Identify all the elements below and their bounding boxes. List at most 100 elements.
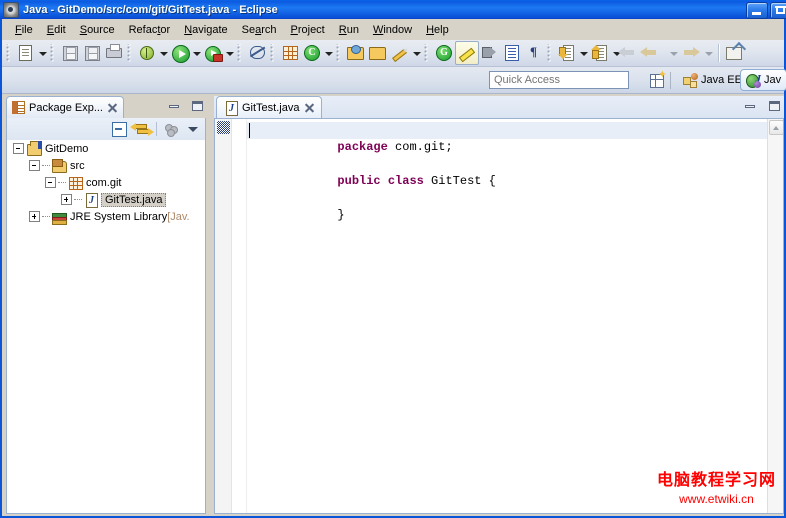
scroll-up-button[interactable]: [769, 120, 783, 135]
new-annotation-button[interactable]: G: [433, 42, 455, 64]
perspective-java-label: Jav: [764, 74, 782, 86]
forward-button[interactable]: [679, 42, 703, 64]
expander-expand-icon[interactable]: [61, 194, 72, 205]
perspective-java-ee[interactable]: Java EE: [678, 69, 747, 91]
toolbar-grip-8[interactable]: [547, 44, 554, 62]
open-task-button[interactable]: [367, 42, 389, 64]
expander-collapse-icon[interactable]: [13, 143, 24, 154]
editor-content[interactable]: package com.git; public class GitTest { …: [214, 118, 784, 514]
new-wizard-dropdown[interactable]: [37, 42, 48, 64]
expander-collapse-icon[interactable]: [45, 177, 56, 188]
folding-marker-icon: [217, 121, 230, 134]
watermark: 电脑教程学习网 www.etwiki.cn: [657, 466, 776, 506]
menu-project[interactable]: Project: [284, 21, 332, 39]
previous-annotation-button[interactable]: [589, 42, 611, 64]
tree-row-gittest-java[interactable]: GitTest.java: [7, 191, 205, 208]
toolbar-grip-4[interactable]: [237, 44, 244, 62]
toolbar-grip-6[interactable]: [336, 44, 343, 62]
maximize-view-button[interactable]: [190, 99, 204, 113]
perspective-separator: [670, 72, 671, 89]
menu-file[interactable]: File: [8, 21, 40, 39]
next-annotation-button[interactable]: [556, 42, 578, 64]
toolbar-grip[interactable]: [6, 44, 13, 62]
new-java-package-button[interactable]: [279, 42, 301, 64]
package-explorer-tab-label: Package Exp...: [29, 101, 103, 114]
run-external-tools-button[interactable]: [202, 42, 224, 64]
save-button[interactable]: [59, 42, 81, 64]
back-button[interactable]: [640, 42, 668, 64]
tree-label-suffix: [Jav.: [167, 210, 190, 223]
menu-help[interactable]: Help: [419, 21, 456, 39]
new-class-dropdown[interactable]: [323, 42, 334, 64]
close-icon[interactable]: [304, 102, 315, 113]
package-explorer-tree[interactable]: GitDemo src com.git J GitTest.java JRE S…: [6, 140, 206, 514]
tree-connector: [58, 181, 66, 184]
jre-library-icon: [51, 209, 67, 225]
run-dropdown[interactable]: [191, 42, 202, 64]
tree-row-jre-library[interactable]: JRE System Library [Jav.: [7, 208, 205, 225]
menu-window[interactable]: Window: [366, 21, 419, 39]
code-text-area[interactable]: package com.git; public class GitTest { …: [247, 119, 767, 513]
back-dropdown[interactable]: [668, 42, 679, 64]
open-type-button[interactable]: [345, 42, 367, 64]
menu-project-rest: roject: [297, 23, 325, 36]
expander-collapse-icon[interactable]: [29, 160, 40, 171]
debug-button[interactable]: [136, 42, 158, 64]
editor-vertical-scrollbar[interactable]: [767, 119, 783, 513]
collapse-all-button[interactable]: [110, 120, 128, 138]
collapse-all-icon: [112, 122, 127, 137]
forward-dropdown[interactable]: [703, 42, 714, 64]
new-wizard-button[interactable]: [15, 42, 37, 64]
run-button[interactable]: [169, 42, 191, 64]
view-menu-button[interactable]: [185, 120, 201, 138]
menu-source[interactable]: Source: [73, 21, 122, 39]
toggle-mark-occurrences-button[interactable]: [455, 41, 479, 65]
tree-row-src[interactable]: src: [7, 157, 205, 174]
edit-pencil-button[interactable]: [389, 42, 411, 64]
menu-run[interactable]: Run: [332, 21, 366, 39]
quick-access-input[interactable]: [489, 71, 629, 89]
menu-edit[interactable]: Edit: [40, 21, 73, 39]
open-perspective-button[interactable]: ✦: [647, 70, 667, 90]
pencil-dropdown[interactable]: [411, 42, 422, 64]
perspective-java[interactable]: J Jav: [740, 69, 786, 91]
sash-divider[interactable]: [207, 94, 214, 516]
tree-row-com-git[interactable]: com.git: [7, 174, 205, 191]
maximize-button[interactable]: [770, 2, 786, 19]
tab-gittest-java[interactable]: GitTest.java: [216, 96, 323, 118]
next-annotation-dropdown[interactable]: [578, 42, 589, 64]
external-tools-dropdown[interactable]: [224, 42, 235, 64]
save-all-button[interactable]: [81, 42, 103, 64]
annotation-ruler[interactable]: [215, 119, 232, 513]
skip-breakpoints-button[interactable]: [246, 42, 268, 64]
menu-refactor[interactable]: Refactor: [122, 21, 178, 39]
folding-ruler[interactable]: [232, 119, 247, 513]
minimize-button[interactable]: [746, 2, 768, 19]
focus-on-active-task-button[interactable]: [162, 120, 180, 138]
print-button[interactable]: [103, 42, 125, 64]
package-explorer-icon: [12, 101, 25, 114]
menu-navigate[interactable]: Navigate: [177, 21, 234, 39]
toolbar-grip-3[interactable]: [127, 44, 134, 62]
toggle-speaker-button[interactable]: [479, 42, 501, 64]
minimize-view-button[interactable]: [167, 99, 181, 113]
toggle-block-selection-button[interactable]: ¶: [523, 42, 545, 64]
new-java-class-button[interactable]: C: [301, 42, 323, 64]
tree-row-gitdemo[interactable]: GitDemo: [7, 140, 205, 157]
minimize-editor-button[interactable]: [743, 99, 757, 113]
tab-package-explorer[interactable]: Package Exp...: [6, 96, 124, 118]
maximize-editor-button[interactable]: [767, 99, 781, 113]
tree-label: JRE System Library: [70, 210, 168, 223]
toolbar-grip-5[interactable]: [270, 44, 277, 62]
toolbar-grip-7[interactable]: [424, 44, 431, 62]
close-icon[interactable]: [107, 102, 118, 113]
link-with-editor-button[interactable]: [130, 120, 154, 138]
new-class-icon: C: [304, 45, 320, 61]
show-whitespace-button[interactable]: [501, 42, 523, 64]
text-cursor: [249, 123, 250, 138]
expander-expand-icon[interactable]: [29, 211, 40, 222]
toolbar-grip-2[interactable]: [50, 44, 57, 62]
debug-dropdown[interactable]: [158, 42, 169, 64]
external-tools-button[interactable]: [723, 42, 745, 64]
menu-search[interactable]: Search: [235, 21, 284, 39]
